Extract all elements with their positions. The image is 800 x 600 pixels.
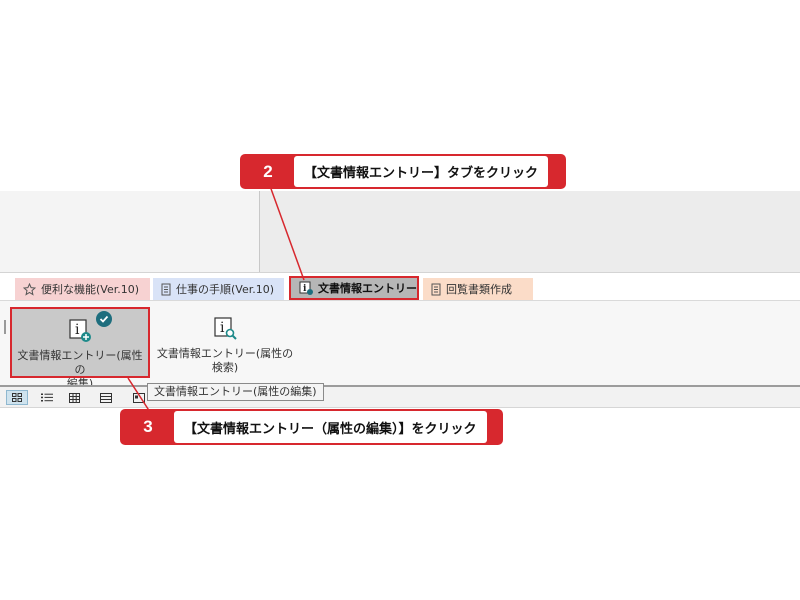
callout-text: 【文書情報エントリー】タブをクリック xyxy=(294,156,549,187)
callout-step-3: 3 【文書情報エントリー（属性の編集）】をクリック xyxy=(120,409,503,445)
detail-view-icon[interactable] xyxy=(95,390,117,405)
tooltip: 文書情報エントリー(属性の編集) xyxy=(147,383,324,401)
button-label-line1: 文書情報エントリー(属性の xyxy=(17,349,143,376)
tab-benri[interactable]: 便利な機能(Ver.10) xyxy=(15,278,150,300)
tab-kairan-shorui[interactable]: 回覧書類作成 xyxy=(423,278,533,300)
document-icon xyxy=(431,283,441,295)
info-add-icon: i xyxy=(69,319,91,342)
workspace-left-panel xyxy=(0,191,259,272)
callout-text: 【文書情報エントリー（属性の編集）】をクリック xyxy=(174,411,487,443)
divider xyxy=(0,272,800,273)
tab-label: 仕事の手順(Ver.10) xyxy=(176,283,275,296)
view-mode-bar xyxy=(0,387,800,408)
list-view-icon[interactable] xyxy=(36,390,58,405)
grid-view-icon[interactable] xyxy=(6,390,28,405)
table-view-icon[interactable] xyxy=(63,390,85,405)
svg-text:i: i xyxy=(75,322,80,338)
button-label-line2: 検索) xyxy=(211,361,239,374)
callout-number: 2 xyxy=(263,161,273,181)
tab-label: 回覧書類作成 xyxy=(446,283,512,296)
ribbon-grip-handle[interactable] xyxy=(4,320,6,334)
check-icon xyxy=(96,311,112,327)
info-icon: i xyxy=(299,281,313,295)
svg-text:i: i xyxy=(303,284,307,294)
callout-step-2: 2 【文書情報エントリー】タブをクリック xyxy=(240,154,566,189)
info-search-icon: i xyxy=(214,317,237,340)
tab-label: 文書情報エントリー xyxy=(318,282,417,295)
document-icon xyxy=(161,283,171,295)
svg-text:i: i xyxy=(220,320,225,336)
button-label-line1: 文書情報エントリー(属性の xyxy=(156,347,294,360)
tab-shigoto[interactable]: 仕事の手順(Ver.10) xyxy=(153,278,284,300)
tab-label: 便利な機能(Ver.10) xyxy=(41,283,140,296)
callout-number: 3 xyxy=(143,417,153,436)
entry-edit-attributes-button[interactable]: i 文書情報エントリー(属性の 編集) xyxy=(10,307,150,390)
workspace-right-panel xyxy=(260,191,800,272)
tab-bunsho-joho-entry[interactable]: i 文書情報エントリー xyxy=(289,276,419,300)
star-icon xyxy=(23,282,36,296)
entry-search-attributes-button[interactable]: i 文書情報エントリー(属性の 検索) xyxy=(155,307,295,378)
